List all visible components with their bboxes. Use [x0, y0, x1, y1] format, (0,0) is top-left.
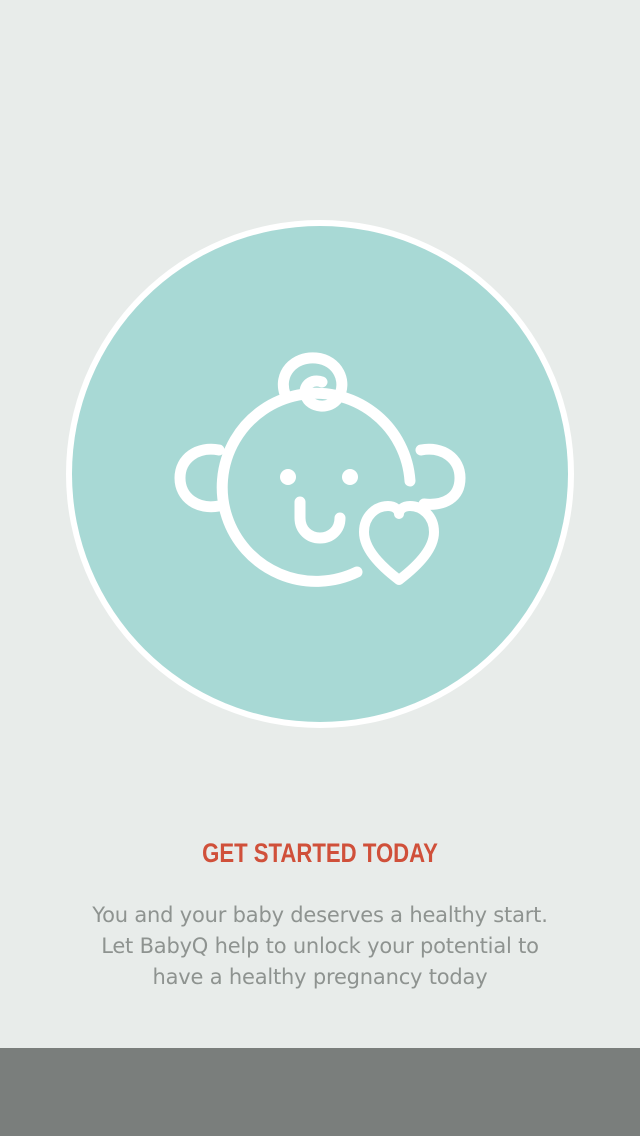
footer-bar[interactable]: [0, 1048, 640, 1136]
baby-face-icon: [174, 352, 466, 587]
hero-circle-fill: [72, 226, 568, 722]
heart-icon: [359, 501, 439, 585]
hero-circle: [66, 220, 574, 728]
headline: GET STARTED TODAY: [202, 838, 438, 868]
description-text: You and your baby deserves a healthy sta…: [92, 903, 548, 989]
onboarding-screen: GET STARTED TODAY You and your baby dese…: [0, 0, 640, 1136]
